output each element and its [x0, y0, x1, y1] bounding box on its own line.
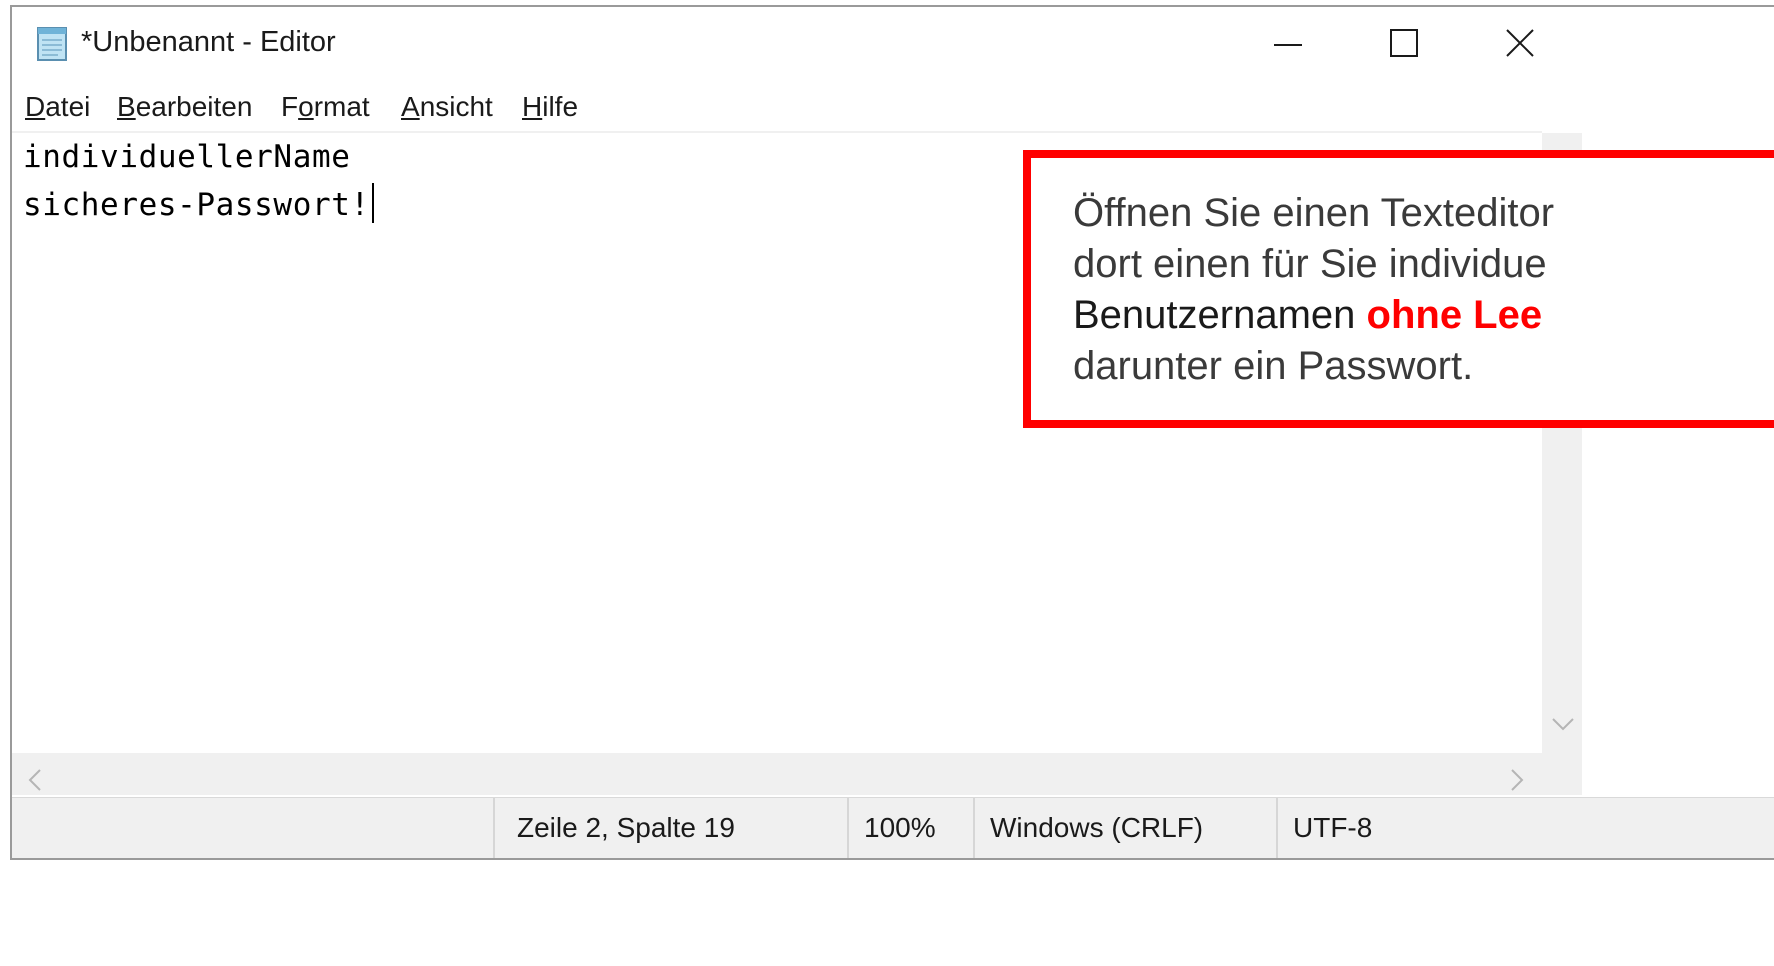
- minimize-icon: [1274, 44, 1302, 46]
- text-line-2: sicheres-Passwort!: [23, 183, 374, 223]
- status-line-ending: Windows (CRLF): [990, 812, 1204, 843]
- callout-line-2: dort einen für Sie individue: [1073, 242, 1547, 286]
- text-line-1: individuellerName: [23, 139, 351, 175]
- status-divider: [1276, 798, 1278, 858]
- chevron-left-icon[interactable]: [28, 763, 42, 797]
- callout-line-1: Öffnen Sie einen Texteditor: [1073, 191, 1555, 235]
- close-icon: [1506, 29, 1534, 57]
- maximize-icon: [1390, 29, 1418, 57]
- chevron-down-icon[interactable]: [1552, 703, 1574, 737]
- menu-format[interactable]: Format: [281, 91, 370, 123]
- menu-bar: Datei Bearbeiten Format Ansicht Hilfe: [12, 85, 1774, 131]
- callout-line-3-plain: Benutzernamen: [1073, 293, 1367, 337]
- window-title: *Unbenannt - Editor: [81, 26, 336, 58]
- callout-text: Öffnen Sie einen Texteditor dort einen f…: [1073, 188, 1774, 392]
- status-cursor-position: Zeile 2, Spalte 19: [517, 812, 735, 843]
- callout-line-4: darunter ein Passwort.: [1073, 344, 1474, 388]
- text-line-2-content: sicheres-Passwort!: [23, 187, 370, 223]
- status-divider: [493, 798, 495, 858]
- menu-bearbeiten[interactable]: Bearbeiten: [117, 91, 252, 123]
- horizontal-scrollbar[interactable]: [12, 753, 1582, 795]
- instruction-callout: Öffnen Sie einen Texteditor dort einen f…: [1023, 150, 1774, 428]
- callout-highlight: ohne Lee: [1366, 293, 1543, 337]
- close-button[interactable]: [1462, 7, 1578, 81]
- menu-datei[interactable]: Datei: [25, 91, 90, 123]
- status-encoding: UTF-8: [1293, 812, 1373, 843]
- chevron-right-icon[interactable]: [1510, 763, 1524, 797]
- status-zoom: 100%: [864, 812, 936, 843]
- editor-window: *Unbenannt - Editor Datei Bearbeiten For…: [10, 5, 1774, 860]
- status-bar: Zeile 2, Spalte 19 100% Windows (CRLF) U…: [12, 797, 1774, 858]
- menu-ansicht[interactable]: Ansicht: [401, 91, 493, 123]
- callout-line-3: Benutzernamen ohne Lee: [1073, 290, 1774, 341]
- title-bar[interactable]: *Unbenannt - Editor: [12, 7, 1774, 85]
- status-divider: [847, 798, 849, 858]
- menu-hilfe[interactable]: Hilfe: [522, 91, 578, 123]
- maximize-button[interactable]: [1346, 7, 1462, 81]
- notepad-icon: [32, 24, 72, 64]
- minimize-button[interactable]: [1230, 7, 1346, 81]
- text-caret: [371, 183, 374, 223]
- status-divider: [973, 798, 975, 858]
